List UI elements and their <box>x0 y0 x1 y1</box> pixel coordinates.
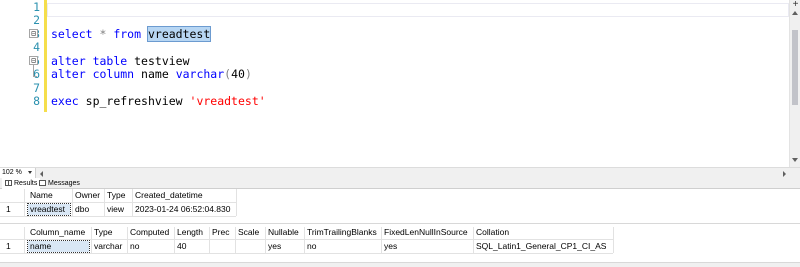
grid-cell[interactable] <box>236 241 265 252</box>
grid-cell[interactable]: 40 <box>175 241 209 252</box>
identifier: name <box>141 67 169 81</box>
code-line-5: alter table testview <box>51 54 190 68</box>
grid-cell[interactable]: yes <box>266 241 304 252</box>
result-grid-2[interactable]: Column_name Type Computed Length Prec Sc… <box>0 227 800 255</box>
line-number-gutter: 1 2 3 4 5 6 7 8 <box>0 0 42 167</box>
column-header[interactable]: Prec <box>210 227 235 238</box>
grid-line <box>613 227 614 253</box>
line-number: 6 <box>33 67 40 81</box>
code-line-6: alter column name varchar(40) <box>51 67 252 81</box>
line-number: 4 <box>33 40 40 54</box>
column-header[interactable]: Nullable <box>266 227 304 238</box>
keyword: from <box>113 27 142 41</box>
column-header[interactable]: FixedLenNullInSource <box>382 227 473 238</box>
keyword: table <box>92 54 128 68</box>
keyword: select <box>51 27 93 41</box>
query-editor[interactable]: 1 2 3 4 5 6 7 8 ⊟ ⊟ select * from vreadt… <box>0 0 800 167</box>
column-header[interactable]: Created_datetime <box>133 190 236 201</box>
type-keyword: varchar <box>175 67 225 81</box>
line-number: 7 <box>33 81 40 95</box>
column-header[interactable]: Name <box>28 190 72 201</box>
grid-cell[interactable]: dbo <box>73 204 104 215</box>
zoom-level: 102 % <box>2 169 22 176</box>
keyword: alter <box>51 54 86 68</box>
column-header[interactable]: Owner <box>73 190 104 201</box>
number-literal: 40 <box>231 67 245 81</box>
column-header[interactable]: Computed <box>128 227 174 238</box>
grid-cell[interactable]: yes <box>382 241 473 252</box>
code-line-8: exec sp_refreshview 'vreadtest' <box>51 94 266 108</box>
scroll-right-icon[interactable] <box>783 171 786 177</box>
column-header[interactable]: Length <box>175 227 209 238</box>
column-header[interactable]: Type <box>105 190 132 201</box>
code-area[interactable]: select * from vreadtest alter table test… <box>51 0 789 167</box>
tab-messages-label: Messages <box>48 180 80 187</box>
result-grid-1[interactable]: Name Owner Type Created_datetime 1 vread… <box>0 189 800 221</box>
keyword: exec <box>51 94 79 108</box>
zoom-dropdown[interactable]: 102 % <box>0 168 36 178</box>
line-number: 1 <box>33 0 40 14</box>
results-pane: Name Owner Type Created_datetime 1 vread… <box>0 189 800 267</box>
column-header[interactable]: Collation <box>474 227 613 238</box>
column-header[interactable]: Type <box>92 227 127 238</box>
grid-cell-selected[interactable]: vreadtest <box>27 203 71 216</box>
identifier: testview <box>134 54 190 68</box>
column-header[interactable]: TrimTrailingBlanks <box>305 227 381 238</box>
line-number: 2 <box>33 13 40 27</box>
collapse-toggle-icon[interactable]: ⊟ <box>29 56 38 65</box>
tab-results-label: Results <box>14 180 38 187</box>
grid-line <box>0 202 236 203</box>
grid-line <box>0 239 613 240</box>
column-header[interactable]: Column_name <box>28 227 91 238</box>
scroll-up-icon[interactable] <box>792 11 798 15</box>
operator: * <box>92 27 114 41</box>
grid-cell[interactable]: no <box>128 241 174 252</box>
grid-cell-selected[interactable]: name <box>27 240 90 253</box>
results-tab-strip: Results Messages <box>0 178 800 189</box>
results-bottom-strip <box>0 262 800 267</box>
grid-icon <box>5 180 12 186</box>
grid-line <box>0 253 613 254</box>
grid-line <box>0 216 236 217</box>
grid-cell[interactable]: no <box>305 241 381 252</box>
row-number[interactable]: 1 <box>4 241 24 252</box>
collapse-toggle-icon[interactable]: ⊟ <box>29 29 38 38</box>
outline-guide-end <box>33 76 37 77</box>
grid-line <box>236 189 237 216</box>
code-line-3: select * from vreadtest <box>51 26 212 42</box>
grid-line <box>24 227 25 253</box>
row-number[interactable]: 1 <box>4 204 24 215</box>
split-editor-icon[interactable]: + <box>791 0 800 10</box>
paren: ) <box>244 67 252 81</box>
scroll-down-icon[interactable] <box>792 158 798 162</box>
tab-messages[interactable]: Messages <box>36 178 83 189</box>
string-literal: 'vreadtest' <box>189 94 266 108</box>
grid-cell[interactable]: 2023-01-24 06:52:04.830 <box>133 204 236 215</box>
grid-cell[interactable]: varchar <box>92 241 127 252</box>
identifier: sp_refreshview <box>85 94 183 108</box>
grid-cell[interactable]: SQL_Latin1_General_CP1_CI_AS <box>474 241 613 252</box>
line-number: 8 <box>33 94 40 108</box>
messages-icon <box>39 180 46 186</box>
scroll-thumb[interactable] <box>792 30 798 105</box>
scroll-left-icon[interactable] <box>40 171 43 177</box>
grid-cell[interactable]: view <box>105 204 132 215</box>
tab-results[interactable]: Results <box>2 178 41 189</box>
zoom-bar: 102 % <box>0 167 800 178</box>
keyword: alter <box>51 67 86 81</box>
selected-identifier[interactable]: vreadtest <box>146 26 212 42</box>
keyword: column <box>92 67 135 81</box>
column-header[interactable]: Scale <box>236 227 265 238</box>
chevron-down-icon <box>28 171 32 174</box>
vertical-scrollbar[interactable]: + <box>789 0 800 167</box>
grid-cell[interactable] <box>210 241 235 252</box>
